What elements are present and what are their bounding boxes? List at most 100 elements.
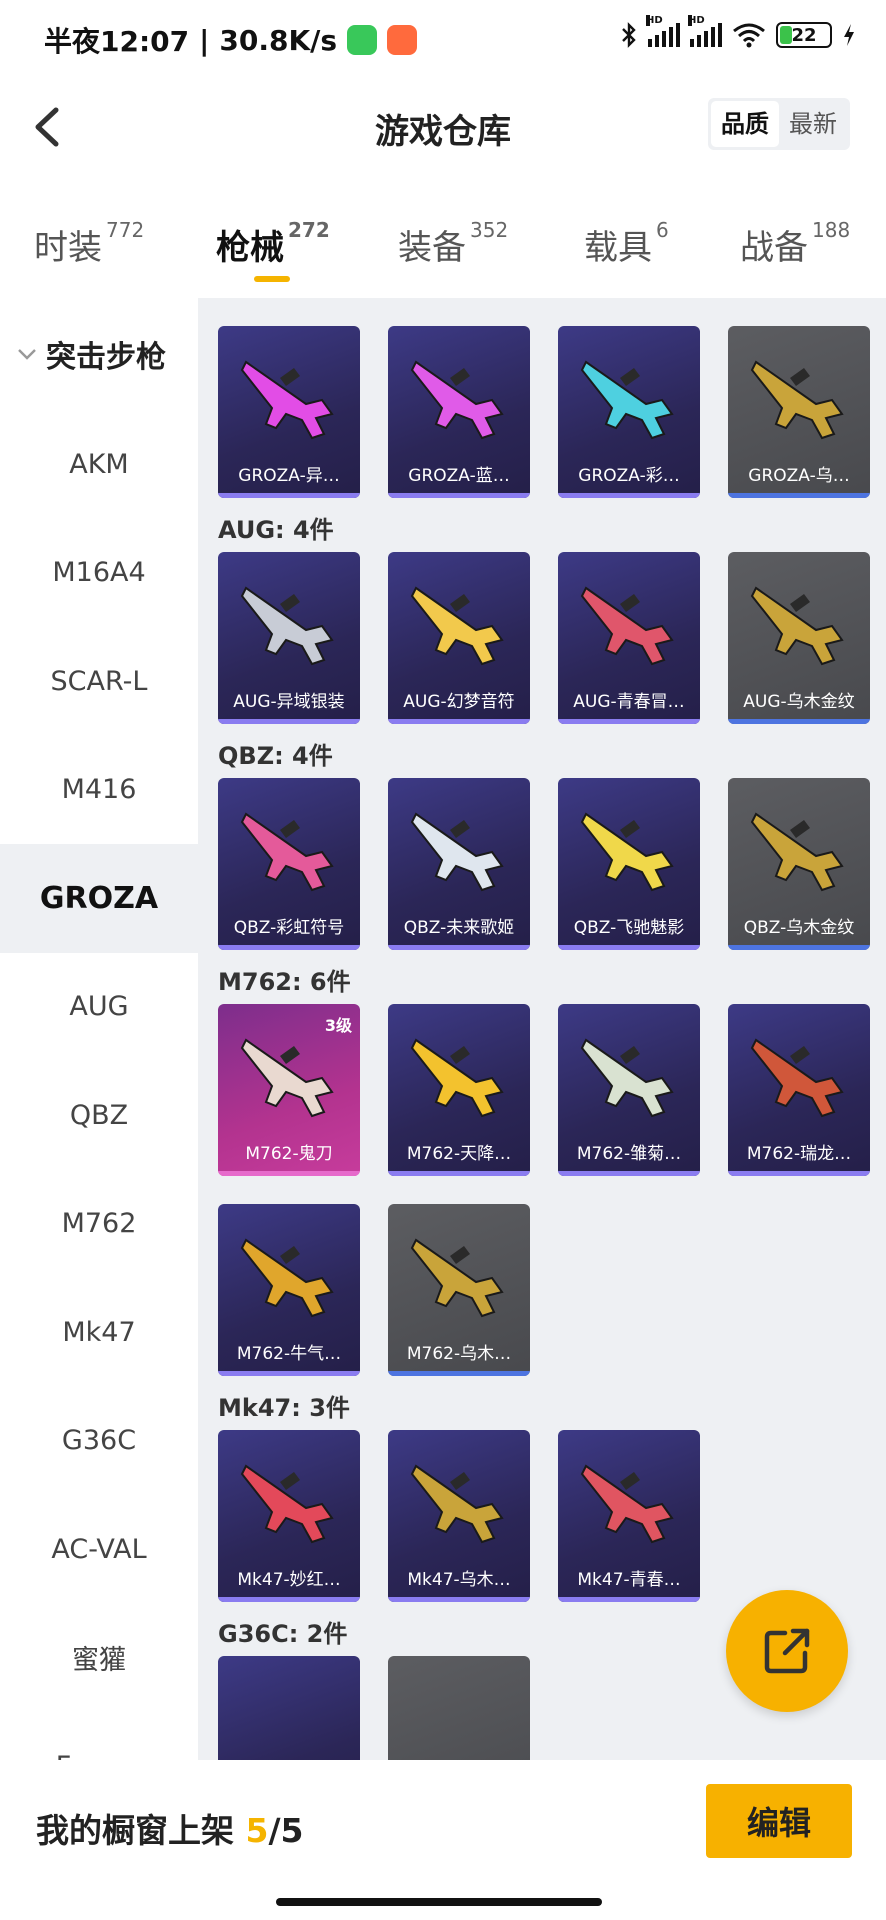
weapon-card[interactable]: 3级 M762-鬼刀 [218,1004,360,1176]
weapon-image [240,1464,334,1544]
level-badge: 3级 [324,1016,352,1035]
tab-fashion[interactable]: 时装 772 [34,218,145,269]
tab-count: 272 [288,218,330,242]
weapon-card[interactable] [388,1656,530,1760]
sidebar-item-scar-l[interactable]: SCAR-L [0,627,198,736]
showcase-label: 我的橱窗上架 5/5 [36,1804,303,1852]
weapon-card[interactable]: M762-牛气… [218,1204,360,1376]
tab-guns[interactable]: 枪械 272 [216,218,330,282]
tab-count: 352 [470,218,509,242]
weapon-image [410,1038,504,1118]
weapon-card-name: Mk47-青春… [577,1570,681,1590]
weapon-image [410,586,504,666]
edit-button[interactable]: 编辑 [706,1784,852,1858]
tab-count: 188 [812,218,851,242]
section-label: AUG: 4件 [218,516,334,544]
section-label: M762: 6件 [218,968,351,996]
weapon-image [580,1038,674,1118]
weapon-card-name: M762-瑞龙… [746,1144,852,1164]
tab-active-indicator [254,276,290,282]
weapon-card[interactable]: Mk47-乌木… [388,1430,530,1602]
weapon-card[interactable]: Mk47-青春… [558,1430,700,1602]
battery-icon: 22 [776,22,832,48]
sidebar-item-ac-val[interactable]: AC-VAL [0,1495,198,1604]
sidebar-item-m762[interactable]: M762 [0,1170,198,1279]
weapon-card-name: M762-雏菊… [576,1144,682,1164]
weapon-card[interactable]: M762-天降… [388,1004,530,1176]
sidebar-item-g36c[interactable]: G36C [0,1387,198,1496]
signal-hd-label: HD [646,15,663,26]
weapon-image [580,586,674,666]
weapon-card[interactable]: AUG-幻梦音符 [388,552,530,724]
sidebar-item-akm[interactable]: AKM [0,410,198,519]
weapon-card-name: GROZA-蓝… [408,466,510,486]
weapon-card-name: GROZA-异… [238,466,340,486]
sort-latest-button[interactable]: 最新 [779,101,847,147]
sidebar-item-groza[interactable]: GROZA [0,844,198,953]
section-label: QBZ: 4件 [218,742,333,770]
rarity-bar [388,1371,530,1376]
rarity-bar [728,945,870,950]
sidebar-list: AKM M16A4 SCAR-L M416 GROZA AUG QBZ M762 Mk47 G36… [0,410,198,1760]
home-indicator [276,1898,602,1906]
signal-hd-label: HD [688,15,705,26]
sidebar-group-assault-rifles[interactable]: 突击步枪 [0,298,198,410]
signal-icon-2: HD [688,15,722,47]
weapon-card[interactable]: AUG-异域银装 [218,552,360,724]
weapon-card[interactable]: QBZ-乌木金纹 [728,778,870,950]
sidebar-item-aug[interactable]: AUG [0,953,198,1062]
weapon-image [750,586,844,666]
weapon-card[interactable]: AUG-青春冒… [558,552,700,724]
status-divider: | [199,23,210,57]
status-left: 半夜12:07 | 30.8K/s [44,20,418,60]
sort-quality-button[interactable]: 品质 [711,101,779,147]
sidebar-item-famas[interactable]: Famas [0,1712,198,1760]
status-net-speed: 30.8K/s [219,23,338,57]
weapon-card-name: M762-鬼刀 [245,1144,333,1164]
sidebar-item-m16a4[interactable]: M16A4 [0,519,198,628]
share-icon [764,1628,810,1674]
tab-equipment[interactable]: 装备 352 [398,218,509,269]
notification-app-icon [347,25,378,55]
weapon-card[interactable]: GROZA-异… [218,326,360,498]
tab-count: 772 [106,218,145,242]
rarity-bar [218,945,360,950]
showcase-bar: 我的橱窗上架 5/5 编辑 [0,1760,886,1920]
share-button[interactable] [726,1590,848,1712]
sidebar-item-m416[interactable]: M416 [0,736,198,845]
weapon-image [410,360,504,440]
sidebar-item-qbz[interactable]: QBZ [0,1061,198,1170]
weapon-card-name: AUG-乌木金纹 [743,692,855,712]
tab-label: 装备 [398,228,466,268]
sidebar-item-蜜獾[interactable]: 蜜獾 [0,1604,198,1713]
weapon-card-name: AUG-幻梦音符 [403,692,515,712]
tab-label: 载具 [584,228,652,268]
weapon-image [750,1038,844,1118]
weapon-card-name: AUG-青春冒… [573,692,685,712]
weapon-card[interactable]: M762-乌木… [388,1204,530,1376]
weapon-card[interactable]: GROZA-乌… [728,326,870,498]
weapon-card-name: M762-乌木… [406,1344,512,1364]
weapon-card[interactable]: M762-瑞龙… [728,1004,870,1176]
weapon-card[interactable]: QBZ-飞驰魅影 [558,778,700,950]
status-right: HD HD 22 [620,15,856,48]
weapon-card[interactable]: Mk47-妙红… [218,1430,360,1602]
weapon-card[interactable]: QBZ-彩虹符号 [218,778,360,950]
tab-vehicles[interactable]: 载具 6 [584,218,669,269]
weapon-card[interactable]: AUG-乌木金纹 [728,552,870,724]
weapon-card[interactable]: GROZA-彩… [558,326,700,498]
rarity-bar [558,719,700,724]
notification-shop-icon [387,25,418,55]
rarity-bar [218,1171,360,1176]
weapon-card[interactable]: QBZ-未来歌姬 [388,778,530,950]
sidebar-item-mk47[interactable]: Mk47 [0,1278,198,1387]
rarity-bar [218,719,360,724]
tab-supplies[interactable]: 战备 188 [740,218,851,269]
weapon-card[interactable]: M762-雏菊… [558,1004,700,1176]
weapon-card[interactable]: GROZA-蓝… [388,326,530,498]
weapon-card-name: QBZ-未来歌姬 [403,918,515,938]
weapon-card[interactable] [218,1656,360,1760]
rarity-bar [558,945,700,950]
sort-toggle: 品质 最新 [708,98,850,150]
tab-label: 枪械 [216,228,284,268]
